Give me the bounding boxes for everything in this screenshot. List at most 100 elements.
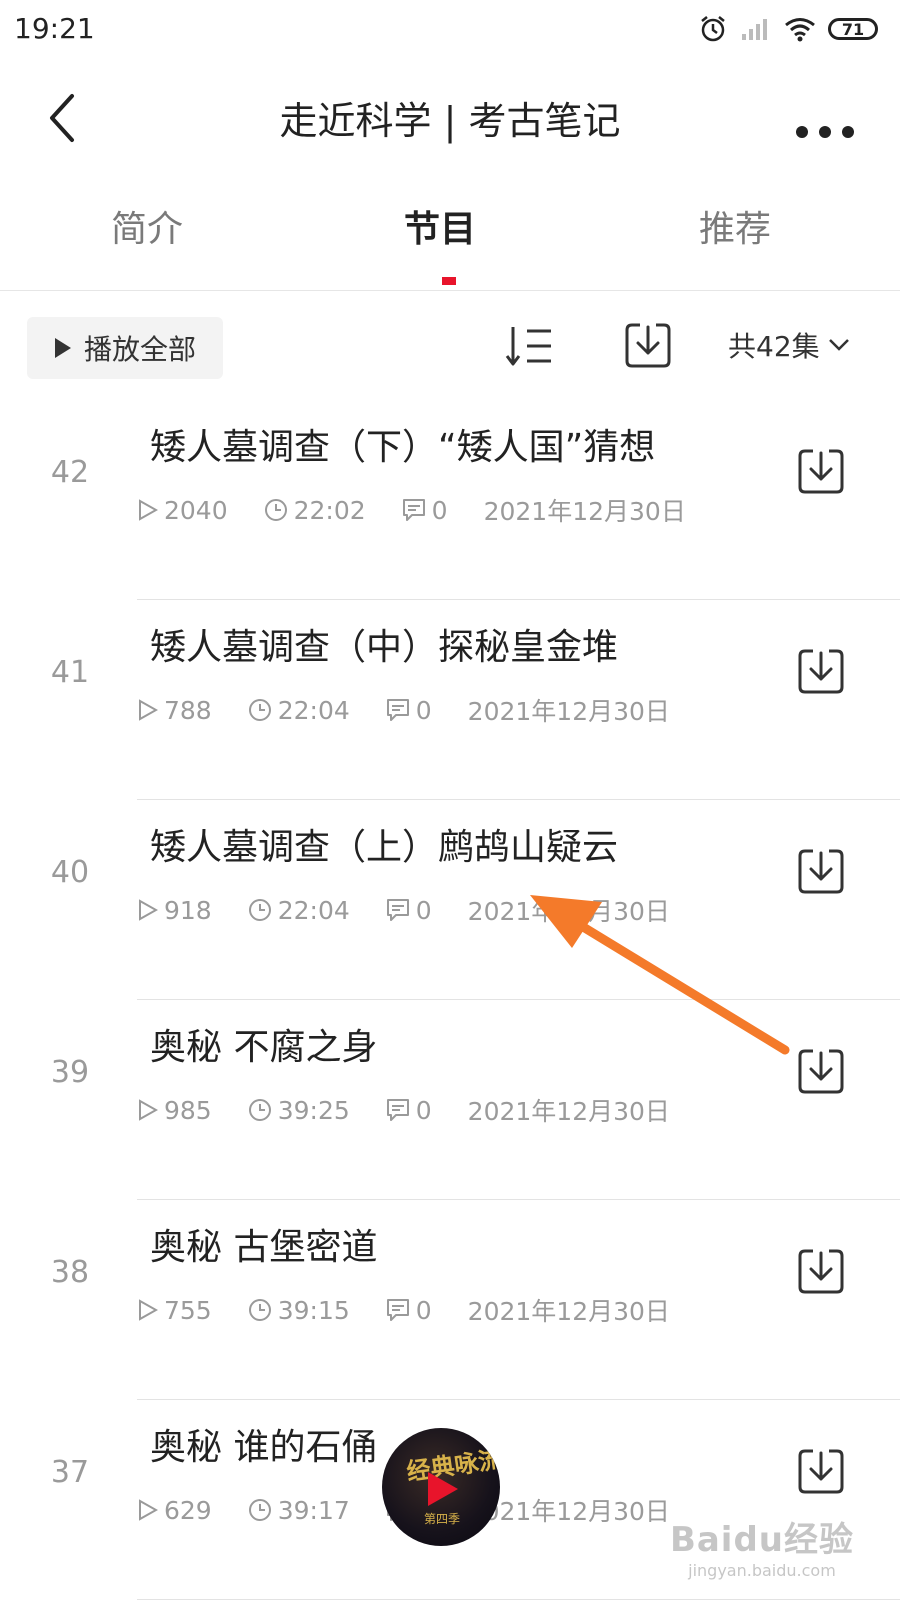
episode-row[interactable]: 40 矮人墓调查（上）鹧鸪山疑云 918 22:04 0 2021年12月30日 [0,800,900,1000]
play-icon[interactable] [428,1472,458,1506]
clock-icon [248,899,271,921]
list-toolbar: 播放全部 共42集 [0,305,900,385]
duration: 39:25 [248,1096,350,1125]
duration-value: 39:17 [277,1495,350,1525]
wifi-icon [785,18,815,42]
tab-bar: 简介 节目 推荐 [0,180,900,291]
play-count-value: 629 [164,1495,212,1525]
episode-number: 40 [50,855,90,890]
play-icon [54,338,71,358]
duration: 22:02 [264,496,366,525]
sort-icon[interactable] [505,321,555,371]
tab-recommend[interactable]: 推荐 [635,200,835,252]
clock-icon [248,699,271,721]
chevron-down-icon [828,339,849,351]
comment-icon [386,1099,409,1121]
episode-count-selector[interactable]: 共42集 [728,325,850,365]
play-count: 918 [138,896,212,925]
play-count: 629 [138,1496,212,1525]
publish-date: 2021年12月30日 [468,692,670,728]
play-count-icon [139,1499,158,1521]
watermark-brand: Baidu经验 [669,1520,854,1560]
more-icon[interactable] [790,90,860,140]
mini-player[interactable]: 经典咏流传 第四季 [382,1428,500,1546]
play-all-button[interactable]: 播放全部 [27,317,223,379]
publish-date-value: 2021年12月30日 [467,1297,670,1326]
play-count-icon [139,899,158,921]
comment-count-value: 0 [415,1095,432,1125]
episode-row[interactable]: 39 奥秘 不腐之身 985 39:25 0 2021年12月30日 [0,1000,900,1200]
episode-meta: 788 22:04 0 2021年12月30日 [138,692,706,728]
download-icon[interactable] [797,647,845,695]
battery-icon: 71 [828,18,878,40]
publish-date-value: 2021年12月30日 [483,497,686,526]
tab-episodes[interactable]: 节目 [340,200,540,252]
duration-value: 22:04 [277,895,350,925]
play-count-value: 2040 [164,495,228,525]
download-icon[interactable] [797,447,845,495]
comment-icon [386,699,409,721]
episode-title[interactable]: 矮人墓调查（下）“矮人国”猜想 [150,418,655,470]
duration-value: 39:15 [277,1295,350,1325]
episode-row[interactable]: 41 矮人墓调查（中）探秘皇金堆 788 22:04 0 2021年12月30日 [0,600,900,800]
episode-number: 38 [50,1255,90,1290]
play-count-value: 918 [164,895,212,925]
clock-icon [248,1499,271,1521]
duration: 39:17 [248,1496,350,1525]
mini-player-cover-subtitle: 第四季 [424,1512,461,1526]
comment-count: 0 [402,496,448,525]
comment-count-value: 0 [415,895,432,925]
duration: 22:04 [248,896,350,925]
play-count-value: 985 [164,1095,212,1125]
episode-title[interactable]: 矮人墓调查（中）探秘皇金堆 [150,618,618,670]
clock-icon [248,1099,271,1121]
episode-row[interactable]: 42 矮人墓调查（下）“矮人国”猜想 2040 22:02 0 2021年12月… [0,400,900,600]
page-title: 走近科学 | 考古笔记 [279,99,621,143]
play-count-value: 755 [164,1295,212,1325]
download-icon[interactable] [797,1047,845,1095]
publish-date: 2021年12月30日 [468,892,670,928]
play-count-icon [139,499,158,521]
episode-title[interactable]: 矮人墓调查（上）鹧鸪山疑云 [150,818,618,870]
publish-date-value: 2021年12月30日 [467,1097,670,1126]
active-tab-indicator [442,277,456,285]
episode-count-label: 共42集 [728,330,820,363]
download-icon[interactable] [797,847,845,895]
episode-title[interactable]: 奥秘 谁的石俑 [150,1418,377,1470]
comment-count: 0 [386,1096,432,1125]
comment-icon [402,499,425,521]
episode-list: 42 矮人墓调查（下）“矮人国”猜想 2040 22:02 0 2021年12月… [0,400,900,1600]
publish-date-value: 2021年12月30日 [467,697,670,726]
comment-icon [386,899,409,921]
publish-date: 2021年12月30日 [468,1292,670,1328]
publish-date-value: 2021年12月30日 [467,897,670,926]
status-icons: 71 [698,14,878,44]
play-count: 2040 [138,496,228,525]
episode-number: 37 [50,1455,90,1490]
episode-title[interactable]: 奥秘 古堡密道 [150,1218,377,1270]
episode-meta: 985 39:25 0 2021年12月30日 [138,1092,706,1128]
episode-title[interactable]: 奥秘 不腐之身 [150,1018,377,1070]
alarm-icon [701,16,725,42]
comment-count: 0 [386,696,432,725]
episode-meta: 918 22:04 0 2021年12月30日 [138,892,706,928]
episode-number: 42 [50,455,90,490]
signal-icon [742,19,767,40]
duration: 39:15 [248,1296,350,1325]
play-count: 985 [138,1096,212,1125]
episode-row[interactable]: 38 奥秘 古堡密道 755 39:15 0 2021年12月30日 [0,1200,900,1400]
episode-meta: 755 39:15 0 2021年12月30日 [138,1292,706,1328]
clock-icon [264,499,287,521]
download-icon[interactable] [624,321,672,369]
clock-icon [248,1299,271,1321]
status-bar: 19:21 71 [0,0,900,62]
download-icon[interactable] [797,1447,845,1495]
duration: 22:04 [248,696,350,725]
comment-count: 0 [386,896,432,925]
tab-intro[interactable]: 简介 [47,200,247,252]
play-count-icon [139,1299,158,1321]
download-icon[interactable] [797,1247,845,1295]
duration-value: 22:04 [277,695,350,725]
watermark-url: jingyan.baidu.com [688,1561,836,1580]
play-count: 755 [138,1296,212,1325]
